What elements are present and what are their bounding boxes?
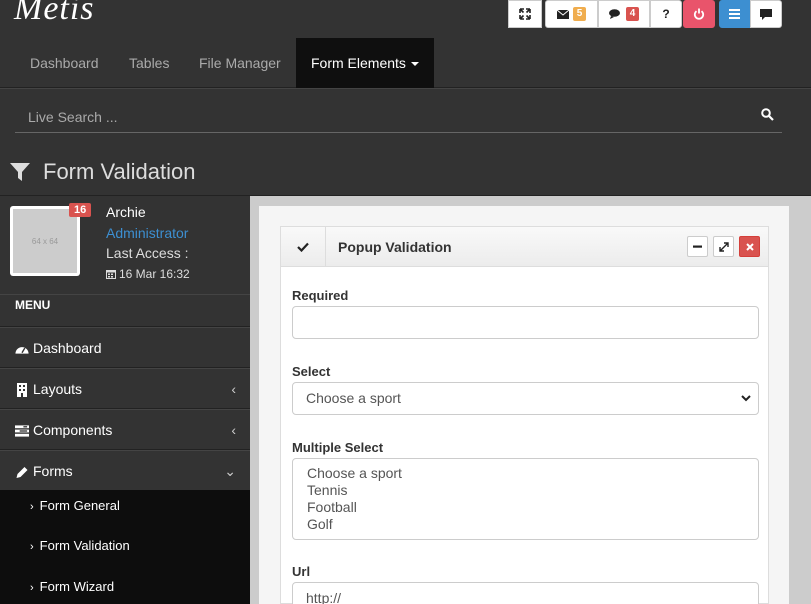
multi-select-option[interactable]: Choose a sport [307,465,744,482]
avatar-placeholder: 64 x 64 [13,209,77,273]
sidebar-item-label: Dashboard [33,340,102,356]
nav-file-manager[interactable]: File Manager [199,38,281,88]
fullscreen-panel-button[interactable] [713,236,734,257]
chat-button[interactable] [750,0,782,28]
filter-icon [10,163,30,181]
close-panel-button[interactable] [739,236,760,257]
angle-right-icon: › [30,501,34,513]
submenu-item-form-validation[interactable]: › Form Validation [30,538,130,553]
caret-down-icon [410,62,419,67]
required-label: Required [292,288,349,303]
top-bar: Metis 5 4 ? [0,0,811,38]
multi-select-option[interactable]: Golf [307,516,744,533]
user-role-link[interactable]: Administrator [106,225,188,241]
multi-select-option[interactable]: Football [307,499,744,516]
url-label: Url [292,564,311,579]
building-icon [17,383,27,398]
page-title: Form Validation [43,159,196,184]
envelope-icon [556,9,569,19]
toolbar-power-group [683,0,715,28]
live-search-input[interactable] [15,101,782,133]
last-access-date: 16 Mar 16:32 [106,267,190,281]
dashboard-icon [15,347,29,354]
mail-button[interactable]: 5 [545,0,598,28]
url-input-value: http:// [306,590,342,604]
submenu-item-label: Form Validation [39,538,130,553]
nav-form-elements-label: Form Elements [311,55,406,71]
logo[interactable]: Metis [14,0,95,28]
submenu-item-form-general[interactable]: › Form General [30,498,120,513]
sidebar-item-components[interactable]: Components ‹ [0,409,250,450]
sidebar: 64 x 64 16 Archie Administrator Last Acc… [0,196,250,604]
toolbar-right-group [719,0,782,28]
access-date-text: 16 Mar 16:32 [119,267,190,281]
comments-icon [608,9,620,19]
help-button[interactable]: ? [650,0,682,28]
toolbar-messages-group: 5 4 ? [545,0,682,28]
expand-icon [718,241,729,252]
logout-button[interactable] [683,0,715,28]
tasks-icon [15,425,29,437]
search-icon[interactable] [761,108,774,121]
comment-icon [760,8,772,20]
multi-select[interactable]: Choose a sport Tennis Football Golf [292,458,759,540]
sidebar-item-layouts[interactable]: Layouts ‹ [0,368,250,409]
chevron-left-icon: ‹ [231,381,236,397]
nav-dashboard[interactable]: Dashboard [30,38,99,88]
main-nav: Dashboard Tables File Manager Form Eleme… [0,38,811,88]
panel-title: Popup Validation [338,239,452,255]
required-input[interactable] [292,306,759,339]
sport-select-value: Choose a sport [306,390,401,406]
check-icon [297,242,309,252]
sidebar-item-label: Layouts [33,381,83,397]
close-icon [745,242,754,251]
chevron-down-icon [741,395,751,402]
panel-header: Popup Validation [281,227,768,267]
multi-select-label: Multiple Select [292,440,384,455]
collapse-button[interactable] [687,236,708,257]
expand-icon [519,8,531,20]
multi-select-option[interactable]: Tennis [307,482,744,499]
comments-count-badge: 4 [625,7,640,21]
calendar-icon [106,270,116,279]
power-icon [693,8,705,20]
avatar-badge: 16 [69,203,92,217]
angle-right-icon: › [30,582,34,594]
select-label: Select [292,364,331,379]
nav-tables[interactable]: Tables [129,38,169,88]
toolbar-left-group [508,0,542,28]
sidebar-item-label: Forms [33,463,73,479]
submenu-item-form-wizard[interactable]: › Form Wizard [30,579,114,594]
submenu-item-label: Form General [39,498,120,513]
sidebar-item-label: Components [33,422,113,438]
page-header: Form Validation [0,146,811,196]
angle-right-icon: › [30,541,34,553]
last-access-label: Last Access : [106,245,189,261]
minus-icon [693,245,702,248]
panel-icon-cell [281,227,326,267]
menu-heading: MENU [0,294,250,327]
menu-toggle-button[interactable] [719,0,750,28]
submenu-item-label: Form Wizard [39,579,115,594]
search-bar [0,88,811,146]
chevron-down-icon: ⌄ [224,463,236,479]
list-icon [729,9,740,19]
nav-form-elements[interactable]: Form Elements [296,38,434,88]
fullscreen-button[interactable] [508,0,542,28]
sport-select[interactable]: Choose a sport [292,382,759,415]
sidebar-item-dashboard[interactable]: Dashboard [0,327,250,368]
url-input[interactable]: http:// [292,582,759,604]
user-name: Archie [106,204,146,220]
comments-button[interactable]: 4 [598,0,650,28]
chevron-left-icon: ‹ [231,422,236,438]
popup-validation-panel: Popup Validation Required Select Choose … [280,226,769,604]
pencil-icon [16,466,28,478]
forms-submenu: › Form General › Form Validation › Form Wiz… [0,490,250,604]
mail-count-badge: 5 [572,7,587,21]
sidebar-item-forms[interactable]: Forms ⌄ [0,450,250,491]
